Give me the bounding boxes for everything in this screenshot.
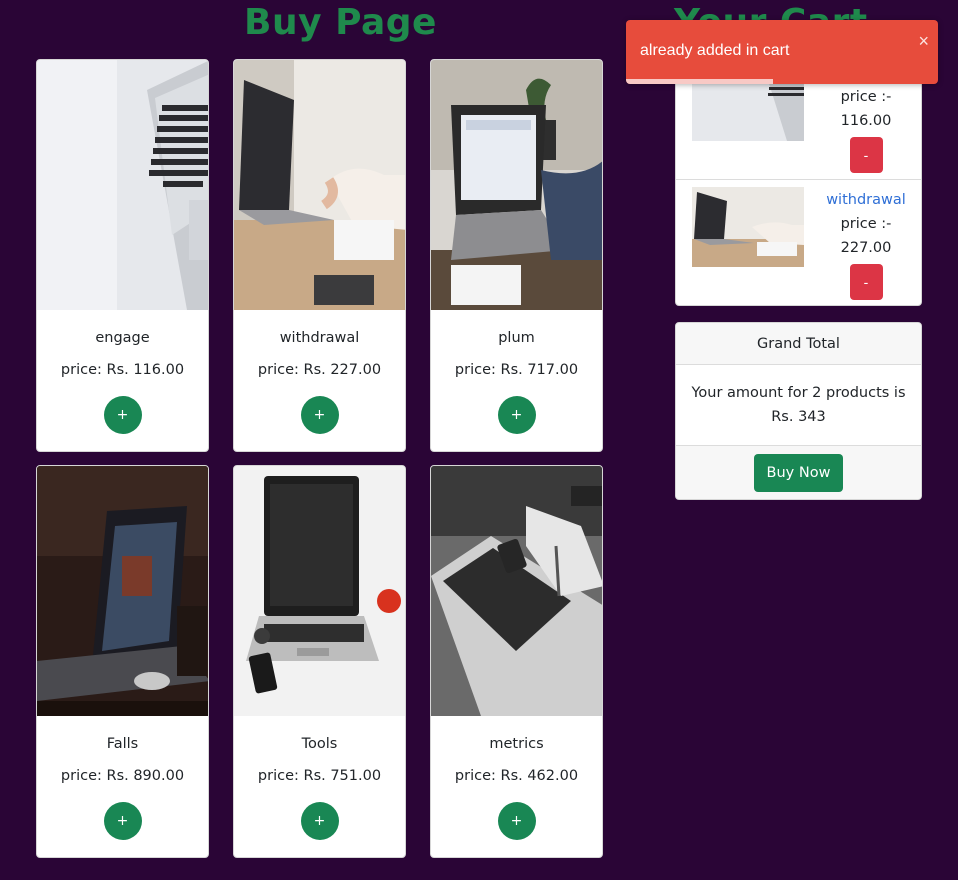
- grand-total-panel: Grand Total Your amount for 2 products i…: [675, 322, 922, 500]
- cart-item-info: withdrawal price :- 227.00 -: [816, 188, 916, 300]
- product-image: [37, 466, 208, 716]
- product-image: [234, 466, 405, 716]
- cart-item-name[interactable]: withdrawal: [816, 188, 916, 212]
- add-to-cart-button[interactable]: +: [300, 802, 339, 840]
- cart-panel: price :- 116.00 - withdrawal price :- 22…: [675, 58, 922, 306]
- cart-item-price-label: price :-: [840, 216, 892, 232]
- product-name: Falls: [106, 736, 139, 752]
- add-to-cart-button[interactable]: +: [497, 802, 536, 840]
- product-name: plum: [498, 330, 535, 346]
- toast-notification: already added in cart ×: [626, 20, 938, 84]
- add-to-cart-button[interactable]: +: [497, 396, 536, 434]
- product-image: [431, 466, 602, 716]
- add-to-cart-button[interactable]: +: [103, 396, 142, 434]
- buy-page-title: Buy Page: [244, 2, 437, 43]
- product-price: price: Rs. 116.00: [60, 362, 185, 378]
- product-price: price: Rs. 890.00: [60, 768, 185, 784]
- product-image: [431, 60, 602, 310]
- toast-progress-bar: [626, 79, 773, 84]
- add-to-cart-button[interactable]: +: [300, 396, 339, 434]
- product-name: Tools: [301, 736, 338, 752]
- product-image: [234, 60, 405, 310]
- cart-item-price-label: price :-: [840, 89, 892, 105]
- product-card: metrics price: Rs. 462.00 +: [430, 465, 603, 858]
- product-card: Falls price: Rs. 890.00 +: [36, 465, 209, 858]
- product-price: price: Rs. 717.00: [454, 362, 579, 378]
- grand-total-footer: Buy Now: [676, 445, 921, 499]
- product-image: [37, 60, 208, 310]
- product-name: metrics: [489, 736, 544, 752]
- remove-from-cart-button[interactable]: -: [849, 137, 883, 173]
- product-price: price: Rs. 462.00: [454, 768, 579, 784]
- cart-item-info: price :- 116.00 -: [816, 85, 916, 173]
- product-price: price: Rs. 751.00: [257, 768, 382, 784]
- toast-message: already added in cart: [640, 42, 790, 59]
- product-card: engage price: Rs. 116.00 +: [36, 59, 209, 452]
- buy-now-button[interactable]: Buy Now: [754, 454, 843, 492]
- cart-item-price: 116.00: [840, 113, 892, 129]
- product-name: engage: [95, 330, 150, 346]
- cart-item-price: 227.00: [840, 240, 892, 256]
- add-to-cart-button[interactable]: +: [103, 802, 142, 840]
- cart-item-image: [692, 187, 804, 267]
- product-card: plum price: Rs. 717.00 +: [430, 59, 603, 452]
- divider: [676, 179, 921, 180]
- grand-total-header: Grand Total: [676, 323, 921, 365]
- product-price: price: Rs. 227.00: [257, 362, 382, 378]
- product-card: withdrawal price: Rs. 227.00 +: [233, 59, 406, 452]
- grand-total-text: Your amount for 2 products is Rs. 343: [691, 385, 906, 425]
- remove-from-cart-button[interactable]: -: [849, 264, 883, 300]
- product-card: Tools price: Rs. 751.00 +: [233, 465, 406, 858]
- close-icon[interactable]: ×: [918, 31, 929, 52]
- product-name: withdrawal: [279, 330, 360, 346]
